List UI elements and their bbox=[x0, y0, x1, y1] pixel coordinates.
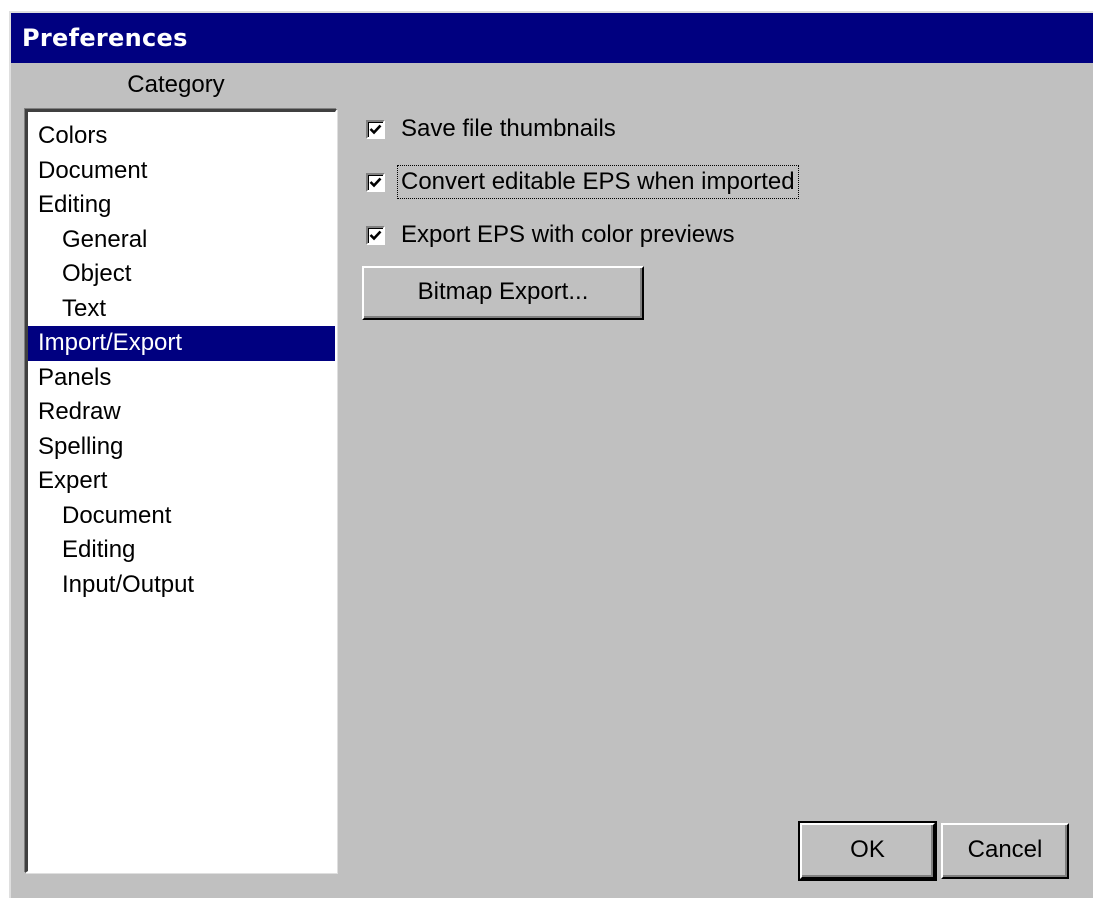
convert-eps-checkbox[interactable] bbox=[366, 172, 385, 192]
bitmap-export-button[interactable]: Bitmap Export... bbox=[362, 266, 644, 320]
category-label: Category bbox=[127, 71, 225, 98]
cancel-button[interactable]: Cancel bbox=[941, 823, 1069, 879]
category-item-expert-document[interactable]: Document bbox=[28, 499, 335, 534]
category-item-expert-input-output[interactable]: Input/Output bbox=[28, 568, 335, 603]
category-item-editing-text[interactable]: Text bbox=[28, 292, 335, 327]
category-item-expert[interactable]: Expert bbox=[28, 464, 335, 499]
category-item-panels[interactable]: Panels bbox=[28, 361, 335, 396]
save-thumbnails-checkbox[interactable] bbox=[366, 119, 385, 139]
save-thumbnails-label[interactable]: Save file thumbnails bbox=[399, 114, 618, 144]
category-listbox[interactable]: Colors Document Editing General Object T… bbox=[25, 109, 337, 873]
ok-button[interactable]: OK bbox=[798, 821, 937, 881]
category-item-redraw[interactable]: Redraw bbox=[28, 395, 335, 430]
preferences-dialog: Preferences Category Colors Document Edi… bbox=[9, 11, 1093, 898]
save-thumbnails-option[interactable]: Save file thumbnails bbox=[362, 111, 618, 147]
category-item-import-export[interactable]: Import/Export bbox=[28, 326, 335, 361]
category-item-spelling[interactable]: Spelling bbox=[28, 430, 335, 465]
category-item-editing-general[interactable]: General bbox=[28, 223, 335, 258]
category-item-expert-editing[interactable]: Editing bbox=[28, 533, 335, 568]
export-eps-previews-checkbox[interactable] bbox=[366, 225, 385, 245]
convert-eps-option[interactable]: Convert editable EPS when imported bbox=[362, 164, 799, 200]
export-eps-previews-option[interactable]: Export EPS with color previews bbox=[362, 217, 736, 253]
checkmark-icon bbox=[369, 177, 382, 187]
category-item-document[interactable]: Document bbox=[28, 154, 335, 189]
category-item-editing[interactable]: Editing bbox=[28, 188, 335, 223]
checkmark-icon bbox=[369, 230, 382, 240]
category-item-colors[interactable]: Colors bbox=[28, 119, 335, 154]
convert-eps-label[interactable]: Convert editable EPS when imported bbox=[397, 165, 799, 199]
title-bar[interactable]: Preferences bbox=[11, 13, 1093, 63]
export-eps-previews-label[interactable]: Export EPS with color previews bbox=[399, 220, 736, 250]
checkmark-icon bbox=[369, 124, 382, 134]
category-item-editing-object[interactable]: Object bbox=[28, 257, 335, 292]
